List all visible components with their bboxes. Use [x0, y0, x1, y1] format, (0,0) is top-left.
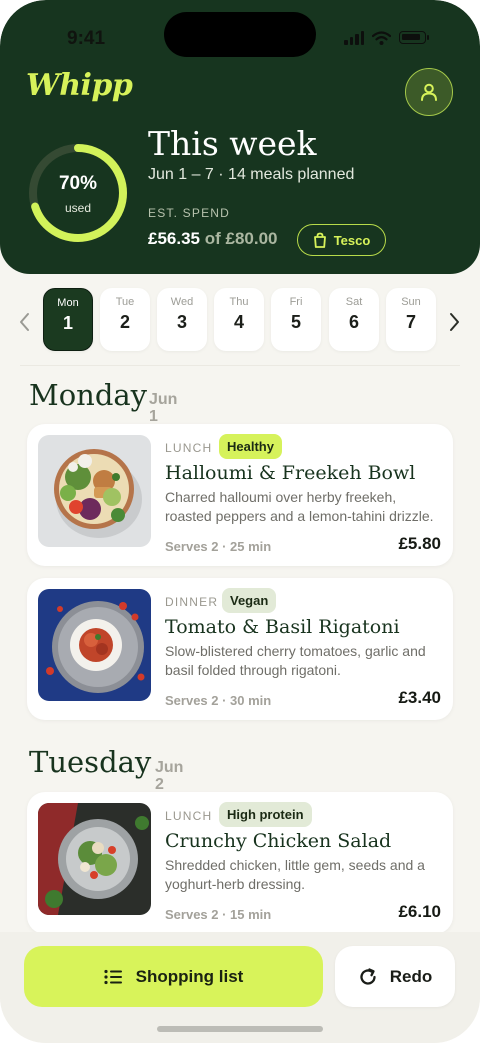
meal-card-halloumi[interactable]: LUNCH Healthy Halloumi & Freekeh Bowl Ch…	[27, 424, 453, 566]
meal-description: Slow-blistered cherry tomatoes, garlic a…	[165, 643, 426, 678]
user-icon	[421, 83, 437, 101]
day-chip-name: Mon	[57, 297, 79, 309]
spend-label: EST. SPEND	[148, 206, 231, 220]
day-chip-name: Sat	[345, 296, 363, 308]
day-chip-name: Fri	[289, 296, 303, 308]
day-selector: Mon 1 Tue 2 Wed 3 Thu 4 Fri 5 Sat 6 Sun …	[0, 286, 480, 366]
meal-image-halloumi-bowl	[38, 435, 151, 547]
wifi-icon	[372, 30, 391, 45]
app-logo: Whipp	[26, 68, 133, 103]
day-chip-fri[interactable]: Fri 5	[271, 288, 321, 351]
chevron-right-icon[interactable]	[447, 311, 461, 333]
signal-icon	[344, 30, 364, 45]
dynamic-island	[164, 12, 316, 57]
day-chip-name: Sun	[401, 296, 421, 308]
day-chip-mon[interactable]: Mon 1	[43, 288, 93, 351]
shopping-bag-icon	[313, 232, 326, 248]
day-chip-sun[interactable]: Sun 7	[386, 288, 436, 351]
profile-button[interactable]	[405, 68, 453, 116]
chevron-left-icon[interactable]	[18, 311, 32, 333]
meal-meta: Serves 2 · 15 min	[165, 907, 272, 922]
budget-ring: 70% used	[27, 142, 129, 244]
meal-type: LUNCH	[165, 809, 213, 823]
meal-image-chicken-salad	[38, 803, 151, 915]
spend-summary: £56.35 of £80.00	[148, 229, 278, 249]
meal-title: Tomato & Basil Rigatoni	[165, 616, 400, 638]
day-date-month: Jun	[149, 391, 178, 408]
day-date-day: 2	[155, 776, 164, 793]
day-chip-number: 3	[176, 312, 187, 332]
day-date-tuesday: Jun 2	[155, 759, 183, 793]
meal-title: Halloumi & Freekeh Bowl	[165, 462, 416, 484]
meal-description: Shredded chicken, little gem, seeds and …	[165, 857, 425, 892]
meal-tag: High protein	[219, 802, 312, 827]
budget-percent: 70%	[58, 173, 98, 194]
week-subtitle: Jun 1 – 7 · 14 meals planned	[148, 166, 355, 183]
refresh-icon	[360, 967, 376, 985]
day-chip-number: 2	[119, 312, 130, 332]
day-date-day: 1	[149, 408, 158, 425]
meal-price: £6.10	[398, 902, 441, 921]
meal-description: Charred halloumi over herby freekeh, roa…	[165, 489, 434, 524]
day-chip-name: Thu	[229, 296, 249, 308]
header: 9:41 Whipp 70% used This week Jun 1 – 7 …	[0, 0, 480, 274]
meal-card-chicken-salad[interactable]: LUNCH High protein Crunchy Chicken Salad…	[27, 792, 453, 934]
redo-button[interactable]: Redo	[335, 946, 455, 1007]
meal-meta: Serves 2 · 25 min	[165, 539, 272, 554]
day-chip-thu[interactable]: Thu 4	[214, 288, 264, 351]
meal-price: £5.80	[398, 534, 441, 553]
day-chip-name: Tue	[115, 296, 135, 308]
day-chip-number: 4	[233, 312, 244, 332]
list-icon	[104, 969, 122, 984]
shopping-list-label: Shopping list	[135, 966, 244, 986]
redo-label: Redo	[389, 966, 433, 986]
meal-price: £3.40	[398, 688, 441, 707]
day-chip-number: 7	[405, 312, 416, 332]
meal-tag: Vegan	[222, 588, 277, 613]
day-chip-sat[interactable]: Sat 6	[329, 288, 379, 351]
day-date-month: Jun	[155, 759, 184, 776]
meal-image-rigatoni	[38, 589, 151, 701]
day-heading-monday: Monday	[29, 378, 148, 412]
store-button[interactable]: Tesco	[297, 224, 386, 256]
meal-type: LUNCH	[165, 441, 213, 455]
shopping-list-button[interactable]: Shopping list	[24, 946, 323, 1007]
day-chip-number: 1	[62, 313, 73, 333]
meal-title: Crunchy Chicken Salad	[165, 830, 392, 852]
page-title: This week	[148, 124, 317, 163]
app-screen: 9:41 Whipp 70% used This week Jun 1 – 7 …	[0, 0, 480, 1043]
meal-type: DINNER	[165, 595, 219, 609]
battery-icon	[399, 31, 429, 44]
day-chip-tue[interactable]: Tue 2	[100, 288, 150, 351]
meal-card-rigatoni[interactable]: DINNER Vegan Tomato & Basil Rigatoni Slo…	[27, 578, 453, 720]
day-chip-wed[interactable]: Wed 3	[157, 288, 207, 351]
home-indicator	[157, 1026, 323, 1032]
day-date-monday: Jun 1	[149, 391, 177, 425]
day-chip-number: 5	[290, 312, 301, 332]
meal-meta: Serves 2 · 30 min	[165, 693, 272, 708]
spend-budget: of £80.00	[204, 229, 278, 248]
day-heading-tuesday: Tuesday	[29, 745, 152, 779]
store-label: Tesco	[333, 232, 371, 248]
status-icons	[344, 30, 429, 45]
spend-amount: £56.35	[148, 229, 200, 248]
day-chip-name: Wed	[170, 296, 194, 308]
status-time: 9:41	[67, 28, 106, 49]
budget-used-label: used	[64, 201, 92, 215]
meal-tag: Healthy	[219, 434, 282, 459]
day-chip-number: 6	[348, 312, 359, 332]
